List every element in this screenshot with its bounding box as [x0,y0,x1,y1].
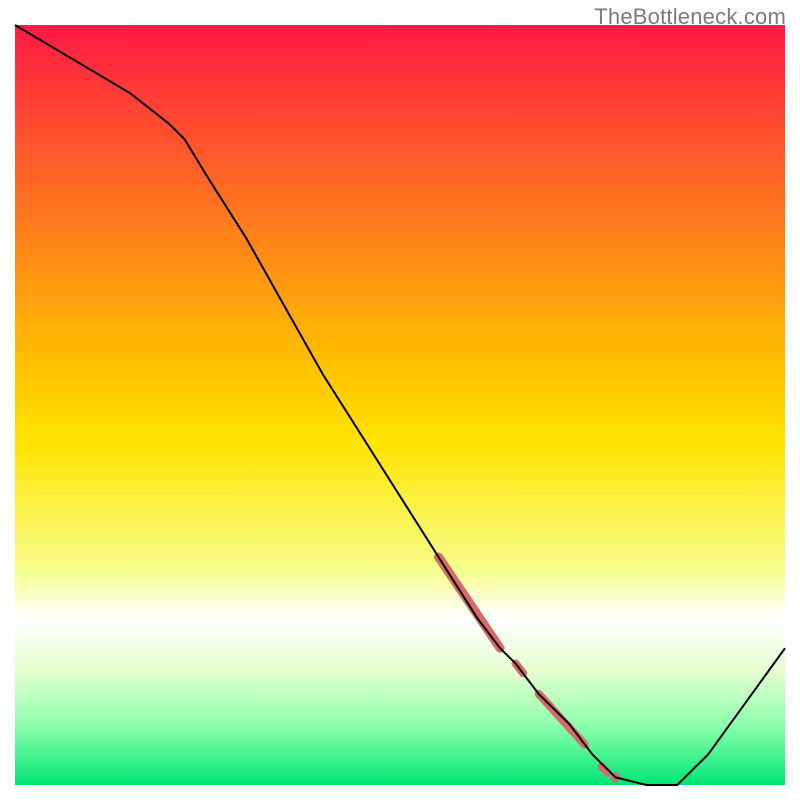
chart-background [15,25,785,785]
chart-canvas [0,0,800,800]
watermark-text: TheBottleneck.com [594,4,786,30]
chart-root: TheBottleneck.com [0,0,800,800]
